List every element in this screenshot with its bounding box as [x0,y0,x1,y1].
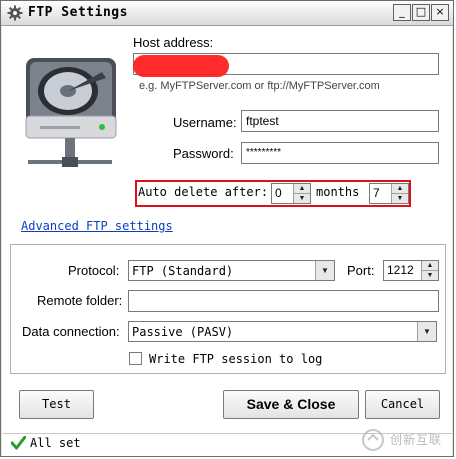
ftp-settings-window: FTP Settings _ □ × Host address: e.g. My… [0,0,454,457]
spin-down-icon[interactable]: ▼ [422,271,438,281]
spin-up-icon[interactable]: ▲ [422,261,438,271]
maximize-icon: □ [415,5,427,18]
write-log-label: Write FTP session to log [149,352,323,366]
protocol-select[interactable]: FTP (Standard) ▼ [128,260,335,281]
remote-folder-input[interactable] [128,290,439,312]
host-address-label: Host address: [133,35,214,50]
spin-up-icon[interactable]: ▲ [392,184,408,194]
advanced-ftp-settings-link[interactable]: Advanced FTP settings [21,219,173,233]
cancel-button[interactable]: Cancel [365,390,440,419]
maximize-button[interactable]: □ [412,4,430,21]
username-label: Username: [173,115,237,130]
auto-delete-value: 0 [275,186,282,200]
spin-up-icon[interactable]: ▲ [294,184,310,194]
spin-down-icon[interactable]: ▼ [392,194,408,204]
data-connection-select[interactable]: Passive (PASV) ▼ [128,321,437,342]
write-log-checkbox[interactable] [129,352,142,365]
test-button[interactable]: Test [19,390,94,419]
minimize-button[interactable]: _ [393,4,411,21]
username-input[interactable]: ftptest [241,110,439,132]
remote-folder-label: Remote folder: [37,293,123,308]
chevron-down-icon[interactable]: ▼ [315,261,334,280]
password-input[interactable]: ********* [241,142,439,164]
months-spinner[interactable]: 7 ▲ ▼ [369,183,409,204]
port-value: 1212 [387,263,414,277]
gear-icon [7,5,23,21]
chevron-down-icon[interactable]: ▼ [417,322,436,341]
data-connection-value: Passive (PASV) [132,325,234,339]
port-spinner[interactable]: 1212 ▲ ▼ [383,260,439,281]
protocol-label: Protocol: [68,263,120,278]
close-icon: × [435,5,445,18]
minimize-icon: _ [399,5,405,18]
port-label: Port: [347,263,375,278]
hard-drive-icon [25,58,117,167]
window-title: FTP Settings [28,5,128,20]
months-label: months [316,185,360,199]
spin-down-icon[interactable]: ▼ [294,194,310,204]
redaction-mark [133,55,229,77]
close-button[interactable]: × [431,4,449,21]
auto-delete-spinner[interactable]: 0 ▲ ▼ [271,183,311,204]
auto-delete-label: Auto delete after: [138,185,269,199]
protocol-value: FTP (Standard) [132,264,234,278]
checkmark-icon [11,436,26,450]
months-value: 7 [373,186,380,200]
password-label: Password: [173,146,234,161]
host-address-hint: e.g. MyFTPServer.com or ftp://MyFTPServe… [139,80,380,92]
status-text: All set [30,436,81,450]
save-close-button[interactable]: Save & Close [223,390,359,419]
watermark-text: 创新互联 [390,433,443,447]
data-connection-label: Data connection: [22,324,120,339]
title-bar[interactable]: FTP Settings _ □ × [1,1,453,26]
dialog-body: Host address: e.g. MyFTPServer.com or ft… [2,26,452,456]
